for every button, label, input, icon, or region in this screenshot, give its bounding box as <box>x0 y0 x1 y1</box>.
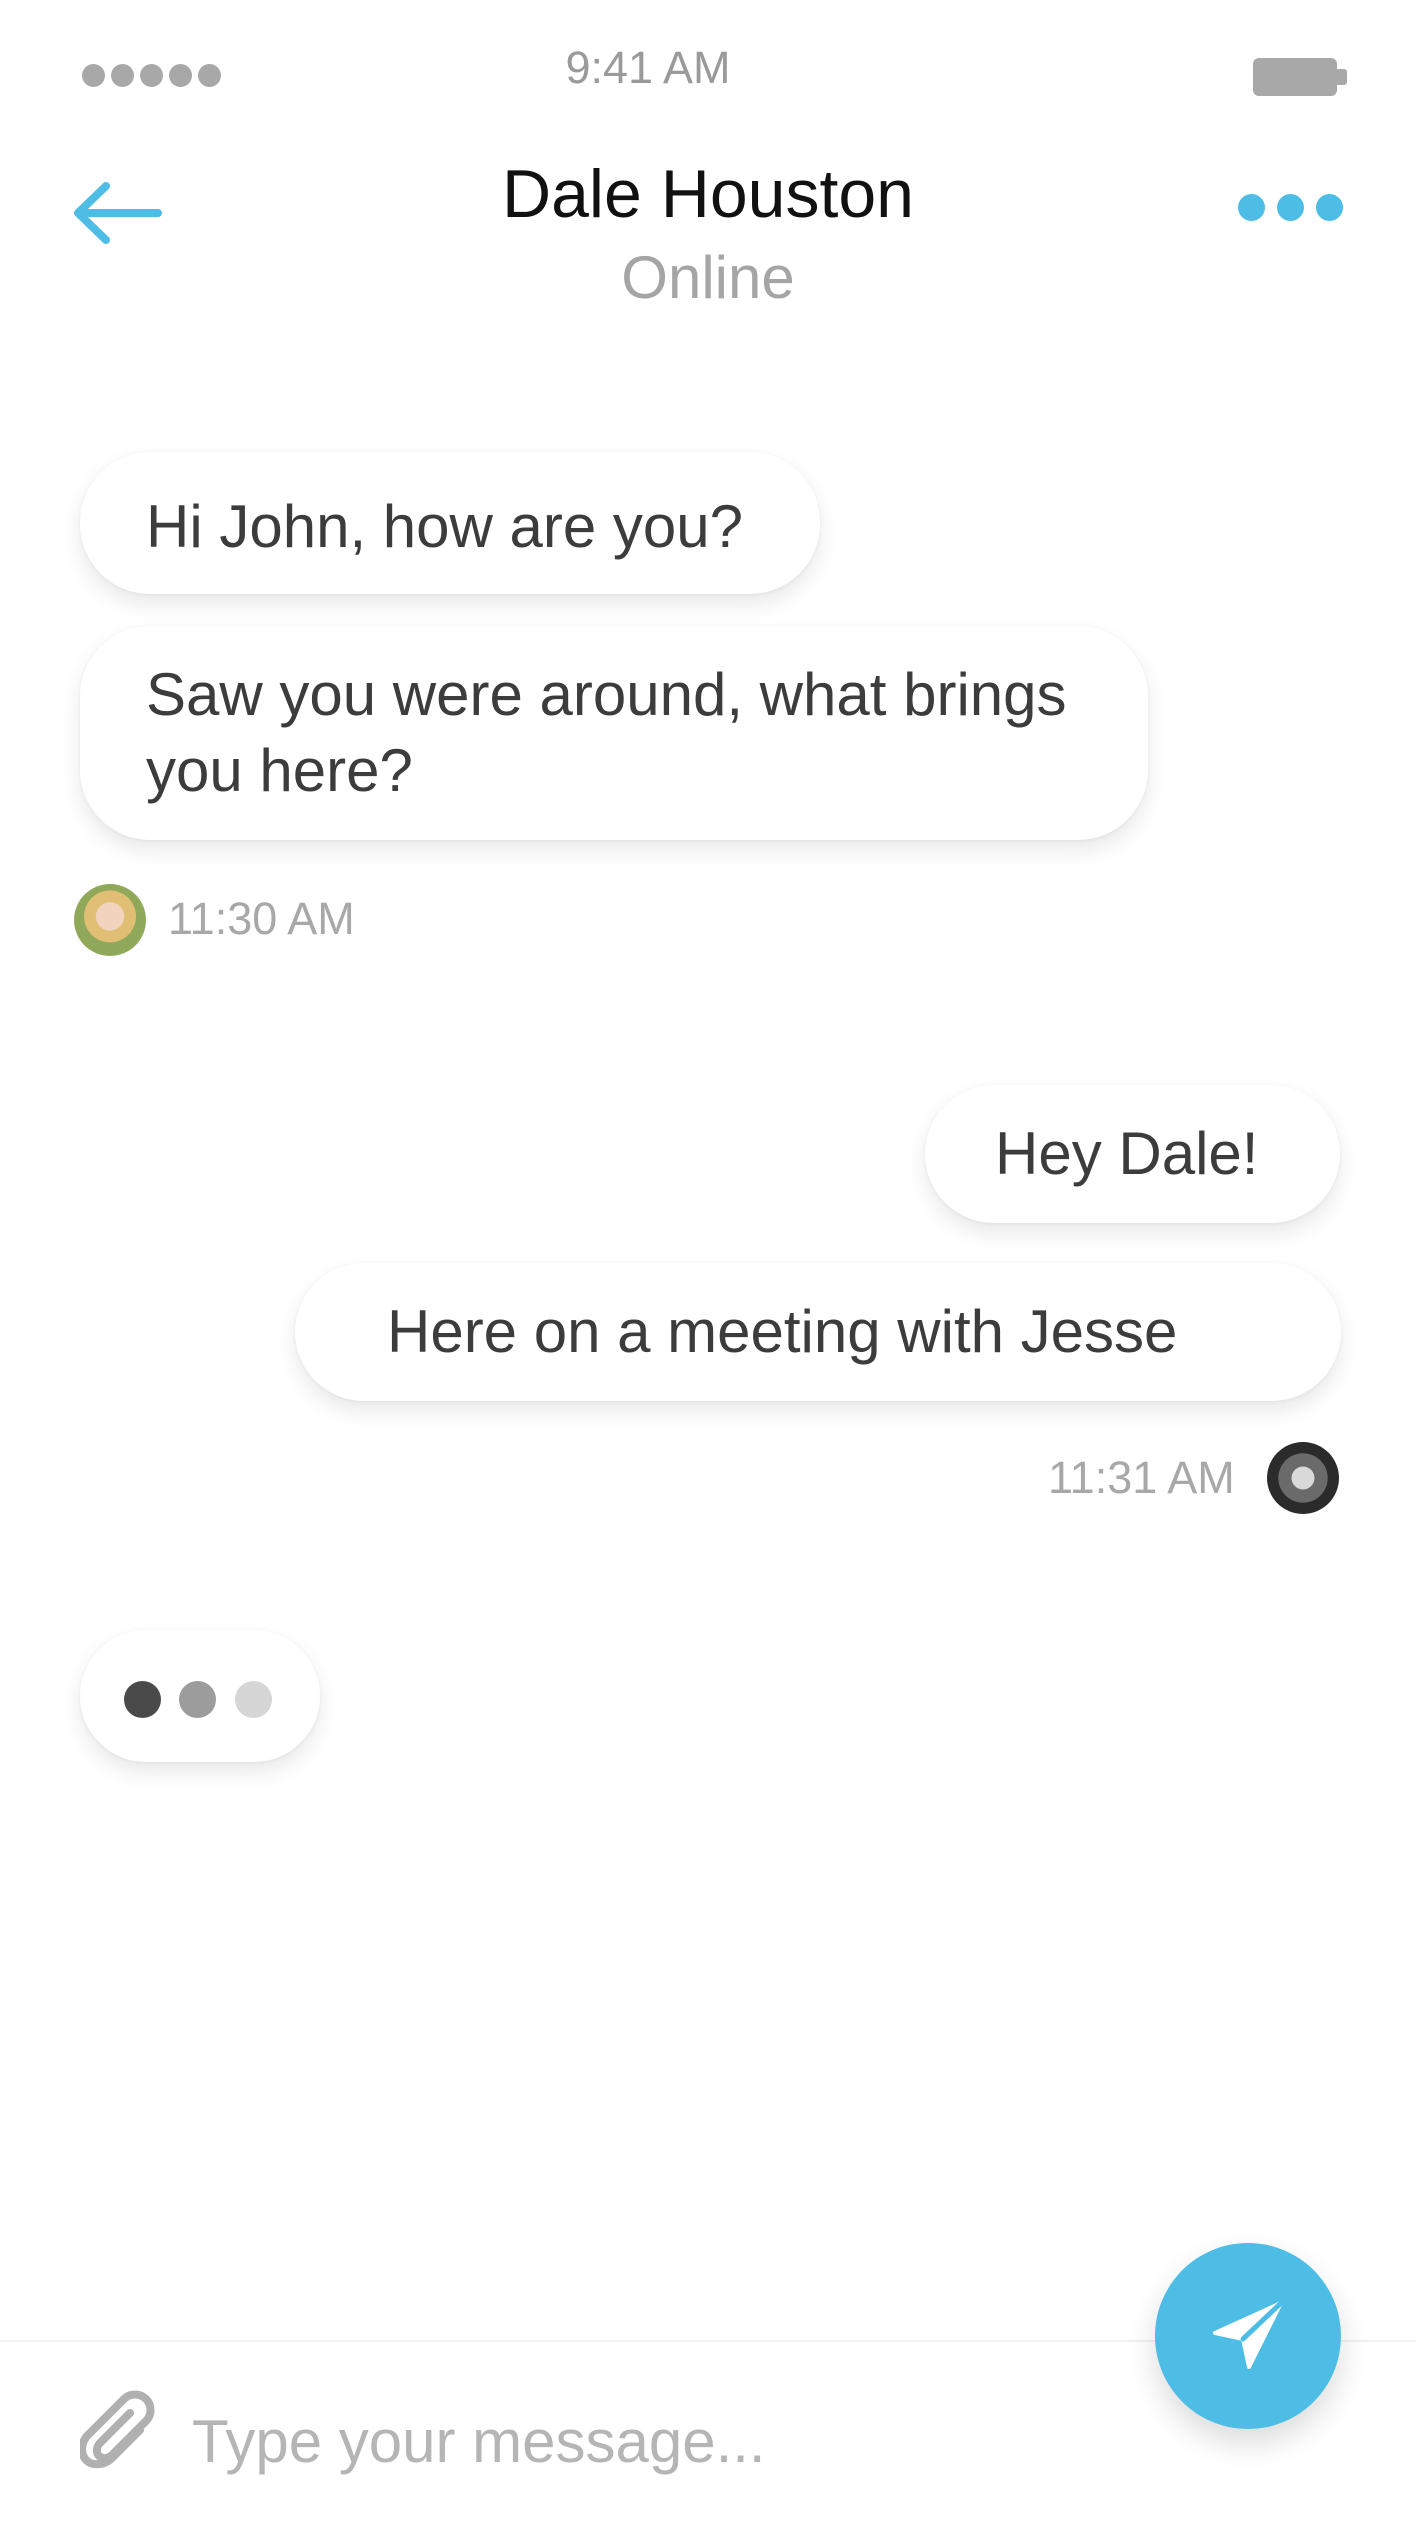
status-time: 9:41 AM <box>565 42 731 93</box>
status-bar: 9:41 AM <box>0 0 1416 140</box>
typing-dot <box>235 1681 272 1718</box>
outgoing-message-bubble: Here on a meeting with Jesse <box>295 1263 1341 1401</box>
attach-button[interactable] <box>78 2390 160 2480</box>
typing-dot <box>124 1681 161 1718</box>
send-button[interactable] <box>1155 2243 1341 2429</box>
incoming-message-bubble: Hi John, how are you? <box>80 452 820 594</box>
message-timestamp: 11:31 AM <box>1048 1452 1235 1503</box>
send-icon <box>1213 2300 1284 2369</box>
paperclip-icon <box>78 2390 155 2469</box>
outgoing-message-bubble: Hey Dale! <box>925 1085 1340 1223</box>
battery-icon <box>1253 58 1347 96</box>
more-horizontal-icon <box>1238 194 1265 221</box>
contact-status: Online <box>621 244 795 311</box>
more-options-button[interactable] <box>1238 194 1343 221</box>
typing-indicator <box>80 1630 320 1762</box>
contact-name: Dale Houston <box>501 156 915 232</box>
incoming-message-bubble: Saw you were around, what brings you her… <box>80 626 1148 840</box>
avatar[interactable] <box>74 884 146 956</box>
avatar[interactable] <box>1267 1442 1339 1514</box>
typing-dot <box>179 1681 216 1718</box>
message-timestamp: 11:30 AM <box>168 893 355 944</box>
message-input[interactable] <box>190 2395 1094 2487</box>
